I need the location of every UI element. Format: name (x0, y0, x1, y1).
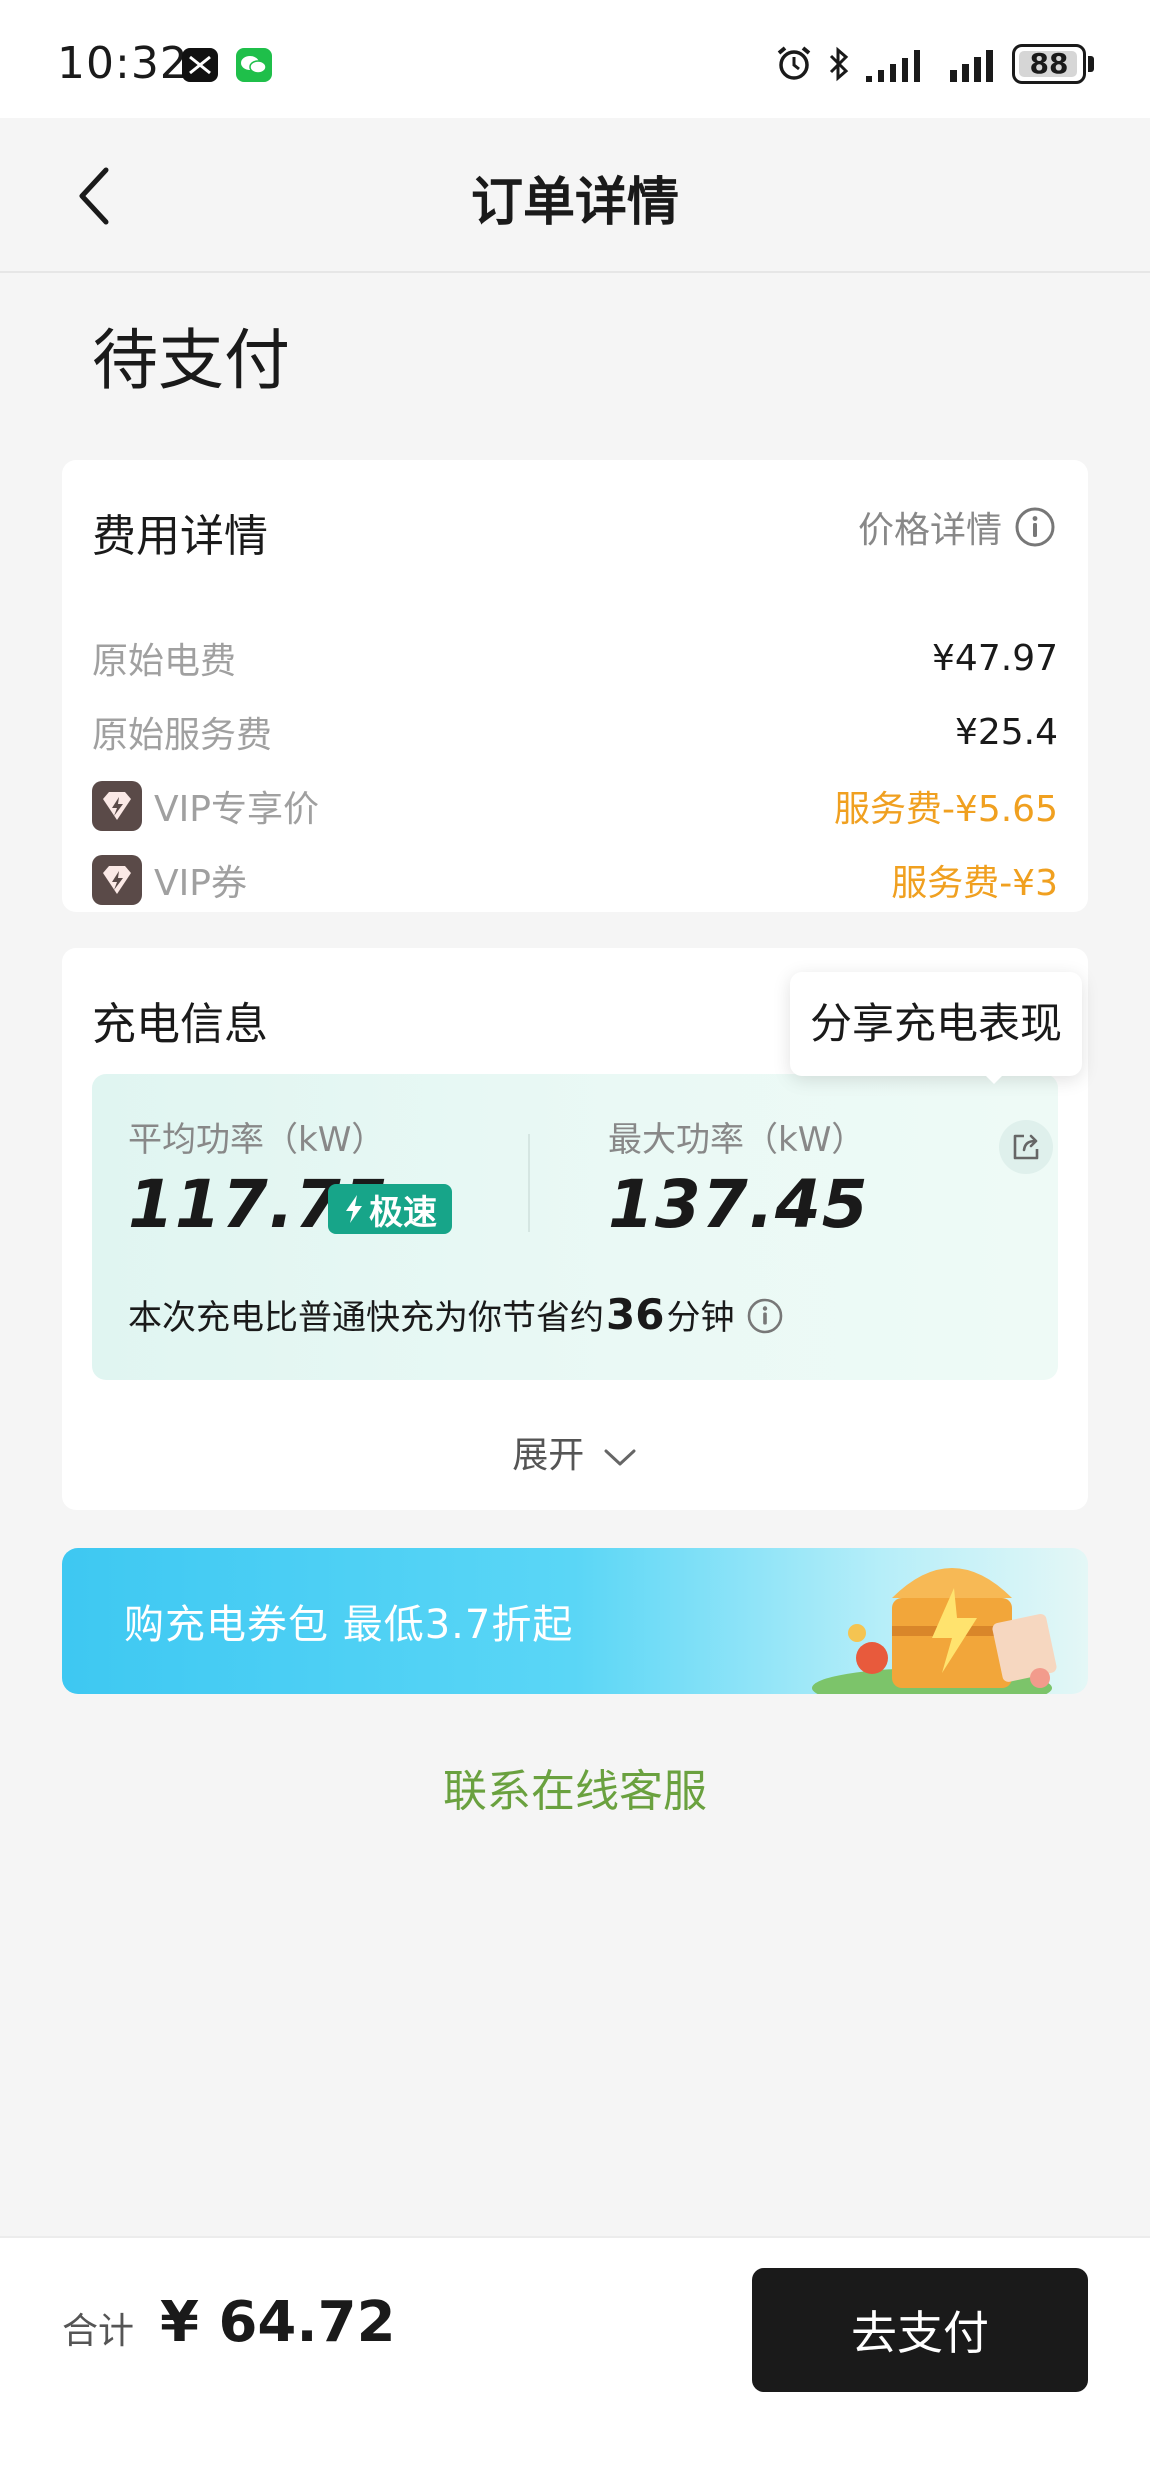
fee-row-vip-price: VIP专享价 服务费-¥5.65 (92, 778, 1058, 834)
capcut-icon (182, 48, 218, 82)
contact-service-link[interactable]: 联系在线客服 (0, 1755, 1150, 1819)
fee-value: ¥25.4 (954, 711, 1058, 753)
info-icon[interactable] (746, 1297, 784, 1335)
fee-label: 原始服务费 (92, 715, 273, 756)
battery-level: 88 (1029, 47, 1069, 80)
power-panel: 平均功率（kW） 117.75 极速 最大功率（kW） 137.45 本次充电比… (92, 1074, 1058, 1380)
fee-label: VIP专享价 (154, 789, 319, 830)
total-label: 合计 (62, 2311, 135, 2352)
lightning-icon (346, 1195, 362, 1223)
price-detail-label: 价格详情 (857, 510, 1002, 551)
status-bar: 10:32 88 (0, 0, 1150, 118)
max-power-value: 137.45 (608, 1166, 869, 1243)
max-power-label: 最大功率（kW） (608, 1120, 866, 1160)
nav-bar: 订单详情 (0, 118, 1150, 273)
divider (528, 1134, 530, 1232)
fee-value: ¥47.97 (932, 637, 1058, 679)
fee-details-title: 费用详情 (92, 511, 268, 562)
share-button[interactable] (999, 1120, 1053, 1174)
save-prefix: 本次充电比普通快充为你节省约 (128, 1298, 604, 1338)
time-saved-text: 本次充电比普通快充为你节省约 36 分钟 (128, 1290, 784, 1339)
chevron-down-icon (604, 1449, 636, 1466)
expand-label: 展开 (512, 1435, 585, 1476)
fast-badge-label: 极速 (369, 1192, 437, 1233)
vip-badge-icon (92, 781, 142, 831)
order-status: 待支付 (92, 322, 290, 399)
fee-row-service: 原始服务费 ¥25.4 (92, 704, 1058, 760)
charge-info-title: 充电信息 (92, 999, 268, 1050)
vip-badge-icon (92, 855, 142, 905)
battery-tip (1088, 56, 1094, 72)
fast-badge: 极速 (328, 1184, 452, 1234)
price-detail-link[interactable]: 价格详情 (858, 502, 1056, 552)
wechat-icon (236, 48, 272, 82)
info-icon (1015, 507, 1055, 547)
status-time: 10:32 (57, 38, 189, 89)
promo-text: 购充电券包 最低3.7折起 (124, 1602, 574, 1648)
fee-label-group: VIP专享价 (92, 780, 319, 832)
bluetooth-icon (829, 46, 849, 82)
share-icon (1013, 1134, 1039, 1160)
save-suffix: 分钟 (666, 1298, 735, 1338)
fee-details-card: 费用详情 价格详情 原始电费 ¥47.97 原始服务费 ¥25.4 VIP专享价… (62, 460, 1088, 912)
fee-value: 服务费-¥3 (891, 863, 1058, 904)
tooltip-arrow (980, 1070, 1008, 1084)
fee-value: 服务费-¥5.65 (833, 789, 1058, 830)
expand-button[interactable]: 展开 (62, 1426, 1088, 1478)
signal-icon (866, 50, 920, 82)
fee-row-electricity: 原始电费 ¥47.97 (92, 630, 1058, 686)
battery-icon: 88 (1012, 44, 1086, 84)
treasure-chest-icon (812, 1568, 1057, 1694)
fee-label: VIP券 (154, 863, 247, 904)
fee-row-vip-coupon: VIP券 服务费-¥3 (92, 852, 1058, 908)
coupon-pack-banner[interactable]: 购充电券包 最低3.7折起 (62, 1548, 1088, 1694)
fee-label-group: VIP券 (92, 854, 247, 906)
save-minutes: 36 (606, 1290, 665, 1339)
total-amount: ¥ 64.72 (160, 2290, 396, 2355)
page-title: 订单详情 (470, 173, 679, 233)
fee-label: 原始电费 (92, 641, 237, 682)
share-tooltip: 分享充电表现 (790, 972, 1082, 1076)
signal-icon (950, 50, 993, 82)
alarm-icon (777, 46, 811, 80)
bottom-bar: 合计 ¥ 64.72 去支付 (0, 2236, 1150, 2483)
avg-power-label: 平均功率（kW） (128, 1120, 386, 1160)
pay-button[interactable]: 去支付 (752, 2268, 1088, 2392)
